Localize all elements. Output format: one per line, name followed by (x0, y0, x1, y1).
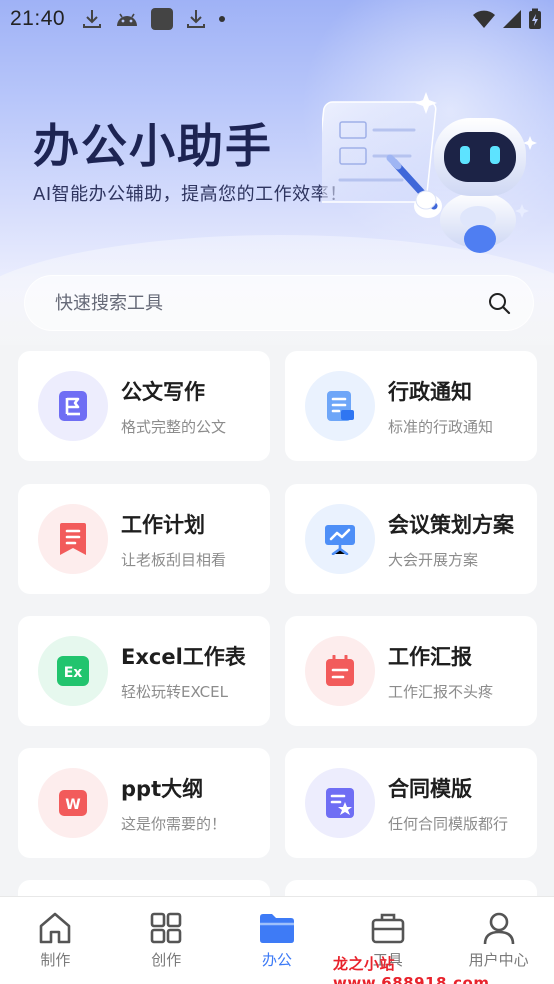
tab-make[interactable]: 制作 (0, 897, 111, 984)
contract-star-icon (305, 768, 375, 838)
download-icon (83, 10, 102, 28)
tab-label: 办公 (261, 951, 292, 969)
bookmark-list-icon (38, 504, 108, 574)
tab-label: 创作 (151, 951, 182, 969)
battery-icon (529, 8, 541, 29)
card-work-report[interactable]: 工作汇报 工作汇报不头疼 (285, 616, 537, 726)
user-icon (483, 912, 514, 945)
notice-doc-icon (305, 371, 375, 441)
card-contract-template[interactable]: 合同模版 任何合同模版都行 (285, 748, 537, 858)
hero-title: 办公小助手 (33, 119, 273, 173)
grid-icon (150, 912, 182, 944)
robot-mascot-illustration (322, 92, 537, 253)
card-title: ppt大纲 (121, 776, 204, 801)
search-bar[interactable] (24, 275, 534, 331)
signal-icon (503, 10, 521, 28)
home-icon (40, 912, 71, 944)
wifi-icon (473, 10, 495, 28)
card-work-plan[interactable]: 工作计划 让老板刮目相看 (18, 484, 270, 594)
svg-text:W: W (65, 797, 80, 813)
download-icon-2 (187, 10, 206, 28)
card-desc: 让老板刮目相看 (121, 550, 227, 569)
card-title: 工作计划 (121, 512, 205, 537)
card-title: 会议策划方案 (388, 512, 514, 537)
svg-text:Ex: Ex (64, 665, 83, 681)
tab-label: 制作 (40, 951, 71, 969)
card-desc: 格式完整的公文 (121, 417, 227, 436)
card-official-writing[interactable]: 公文写作 格式完整的公文 (18, 351, 270, 461)
more-notifications-dot (219, 16, 226, 22)
status-bar: 21:40 (0, 0, 554, 38)
card-title: 行政通知 (388, 379, 472, 404)
card-desc: 这是你需要的！ (121, 814, 227, 833)
search-icon[interactable] (487, 291, 511, 315)
ppt-icon: W (38, 768, 108, 838)
hero-subtitle: AI智能办公辅助，提高您的工作效率！ (33, 184, 348, 205)
card-ppt-outline[interactable]: W ppt大纲 这是你需要的！ (18, 748, 270, 858)
card-desc: 大会开展方案 (388, 550, 479, 569)
status-time: 21:40 (10, 7, 66, 30)
card-admin-notice[interactable]: 行政通知 标准的行政通知 (285, 351, 537, 461)
card-title: 合同模版 (388, 776, 472, 801)
tab-create[interactable]: 创作 (111, 897, 222, 984)
card-desc: 标准的行政通知 (388, 417, 494, 436)
card-title: Excel工作表 (121, 644, 246, 669)
presentation-icon (305, 504, 375, 574)
briefcase-icon (371, 913, 405, 944)
app-notification-icon (151, 8, 174, 30)
card-desc: 轻松玩转EXCEL (121, 682, 228, 701)
tab-office[interactable]: 办公 (222, 897, 333, 984)
calendar-report-icon (305, 636, 375, 706)
card-title: 公文写作 (121, 379, 205, 404)
card-title: 工作汇报 (388, 644, 472, 669)
search-input[interactable] (55, 292, 487, 314)
card-desc: 工作汇报不头疼 (388, 682, 494, 701)
card-excel[interactable]: Ex Excel工作表 轻松玩转EXCEL (18, 616, 270, 726)
card-meeting-plan[interactable]: 会议策划方案 大会开展方案 (285, 484, 537, 594)
card-desc: 任何合同模版都行 (388, 814, 509, 833)
android-icon (117, 13, 138, 26)
folder-icon (259, 914, 294, 943)
watermark-text: 龙之小站 www.688918.com (333, 955, 490, 984)
flag-doc-icon (38, 371, 108, 441)
excel-icon: Ex (38, 636, 108, 706)
